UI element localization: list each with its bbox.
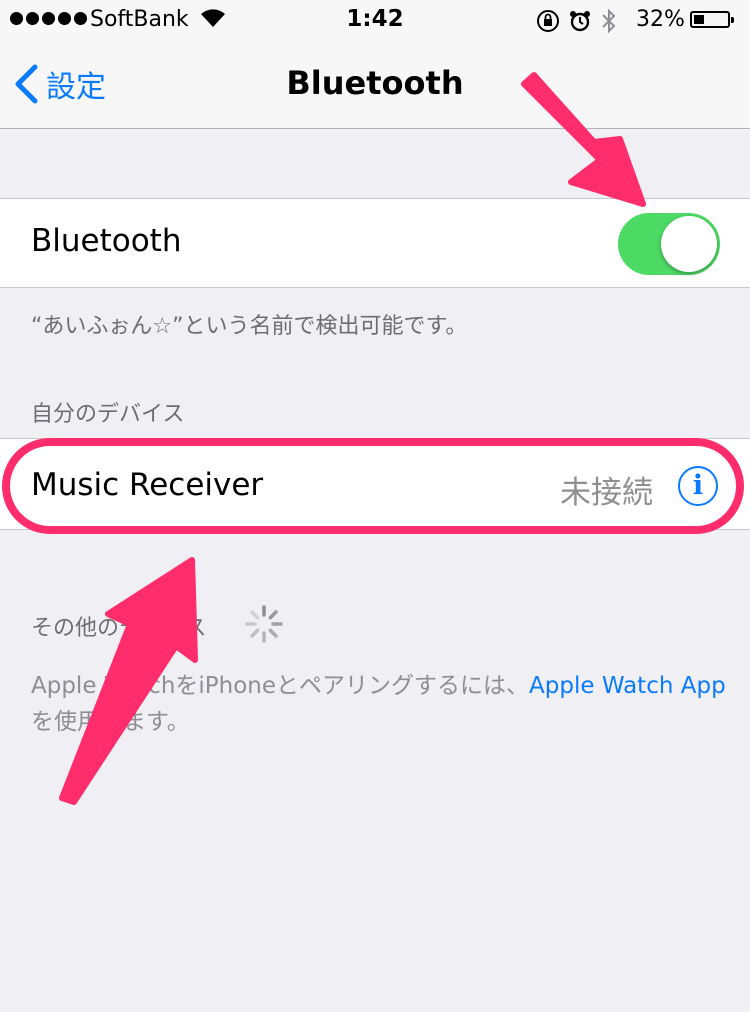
watch-note-text: Apple WatchをiPhoneとペアリングするには、 xyxy=(31,673,530,699)
battery-percentage: 32% xyxy=(636,7,685,32)
alarm-icon xyxy=(570,11,590,32)
discoverable-note: “あいふぉん☆”という名前で検出可能です。 xyxy=(31,314,468,339)
other-devices-header: その他のデバイス xyxy=(31,616,207,641)
bluetooth-icon xyxy=(602,8,616,34)
device-row-music-receiver[interactable]: Music Receiver 未接続 i xyxy=(0,438,750,530)
bluetooth-row-label: Bluetooth xyxy=(31,223,182,259)
device-connection-status: 未接続 xyxy=(560,475,653,511)
battery-icon xyxy=(690,11,734,28)
my-devices-header: 自分のデバイス xyxy=(31,402,185,427)
toggle-knob xyxy=(661,216,717,272)
page-title: Bluetooth xyxy=(286,64,464,102)
apple-watch-note: Apple WatchをiPhoneとペアリングするには、Apple Watch… xyxy=(31,668,731,740)
battery-level-fill xyxy=(694,15,704,24)
orientation-lock-icon xyxy=(537,10,559,32)
bluetooth-toggle-switch[interactable] xyxy=(618,213,720,275)
device-name: Music Receiver xyxy=(31,467,264,503)
loading-spinner-icon xyxy=(245,605,283,643)
navigation-bar: SoftBank 1:42 32% 設定 Bluetooth xyxy=(0,0,750,129)
status-bar: SoftBank 1:42 32% xyxy=(0,0,750,40)
apple-watch-app-link[interactable]: Apple Watch App xyxy=(529,673,726,699)
info-icon[interactable]: i xyxy=(678,466,718,506)
watch-note-text-end: を使用します。 xyxy=(31,709,190,735)
bluetooth-toggle-row: Bluetooth xyxy=(0,198,750,288)
